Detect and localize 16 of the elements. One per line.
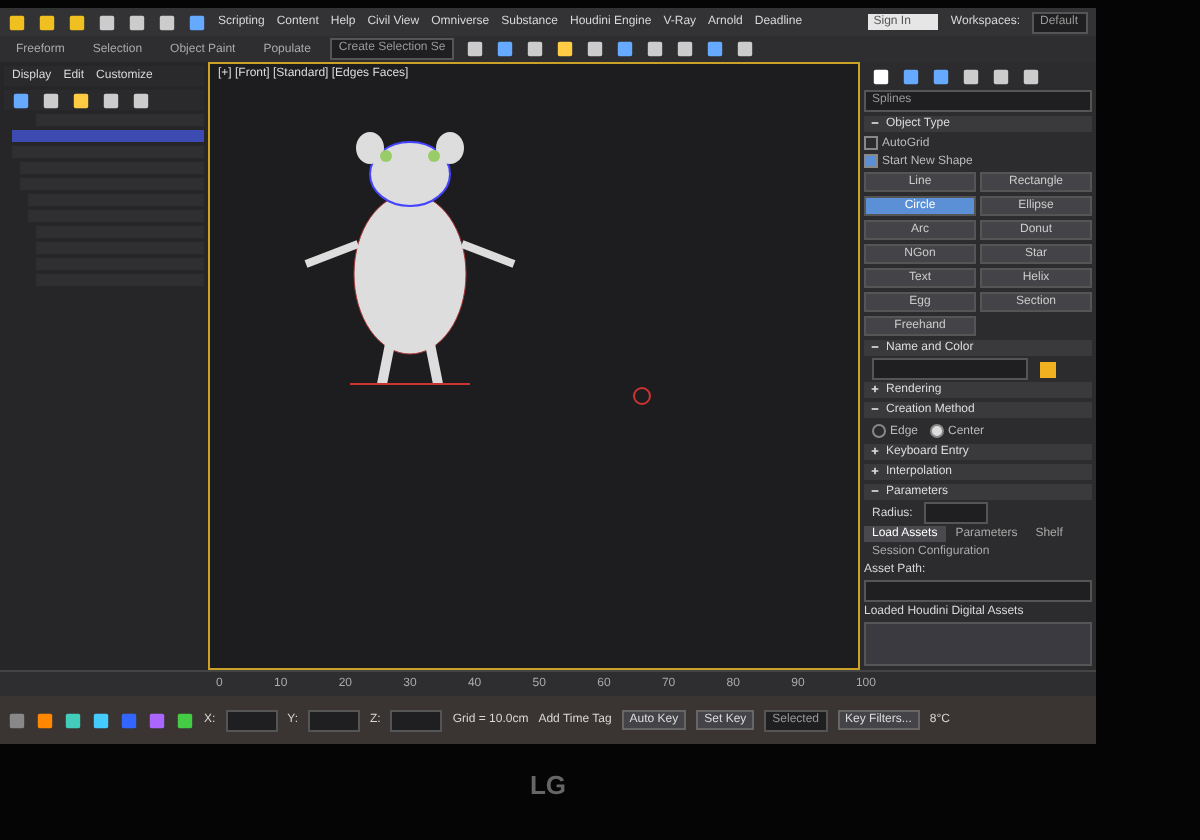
- coordinate-field[interactable]: [308, 709, 361, 731]
- collapse-icon[interactable]: [870, 342, 880, 352]
- monitor-logo: LG: [529, 769, 567, 799]
- expand-icon[interactable]: [870, 466, 880, 476]
- coordinate-field[interactable]: [225, 709, 278, 731]
- collapse-icon[interactable]: [870, 486, 880, 496]
- color-swatch[interactable]: [1040, 361, 1056, 377]
- collapse-icon[interactable]: [870, 404, 880, 414]
- asset-path-field[interactable]: [864, 580, 1092, 602]
- collapse-icon[interactable]: [870, 118, 880, 128]
- name-field[interactable]: [872, 358, 1028, 380]
- radius-field[interactable]: [924, 502, 989, 524]
- expand-icon[interactable]: [870, 446, 880, 456]
- expand-icon[interactable]: [870, 384, 880, 394]
- axis-gizmo-icon: [630, 384, 654, 408]
- coordinate-field[interactable]: [390, 709, 443, 731]
